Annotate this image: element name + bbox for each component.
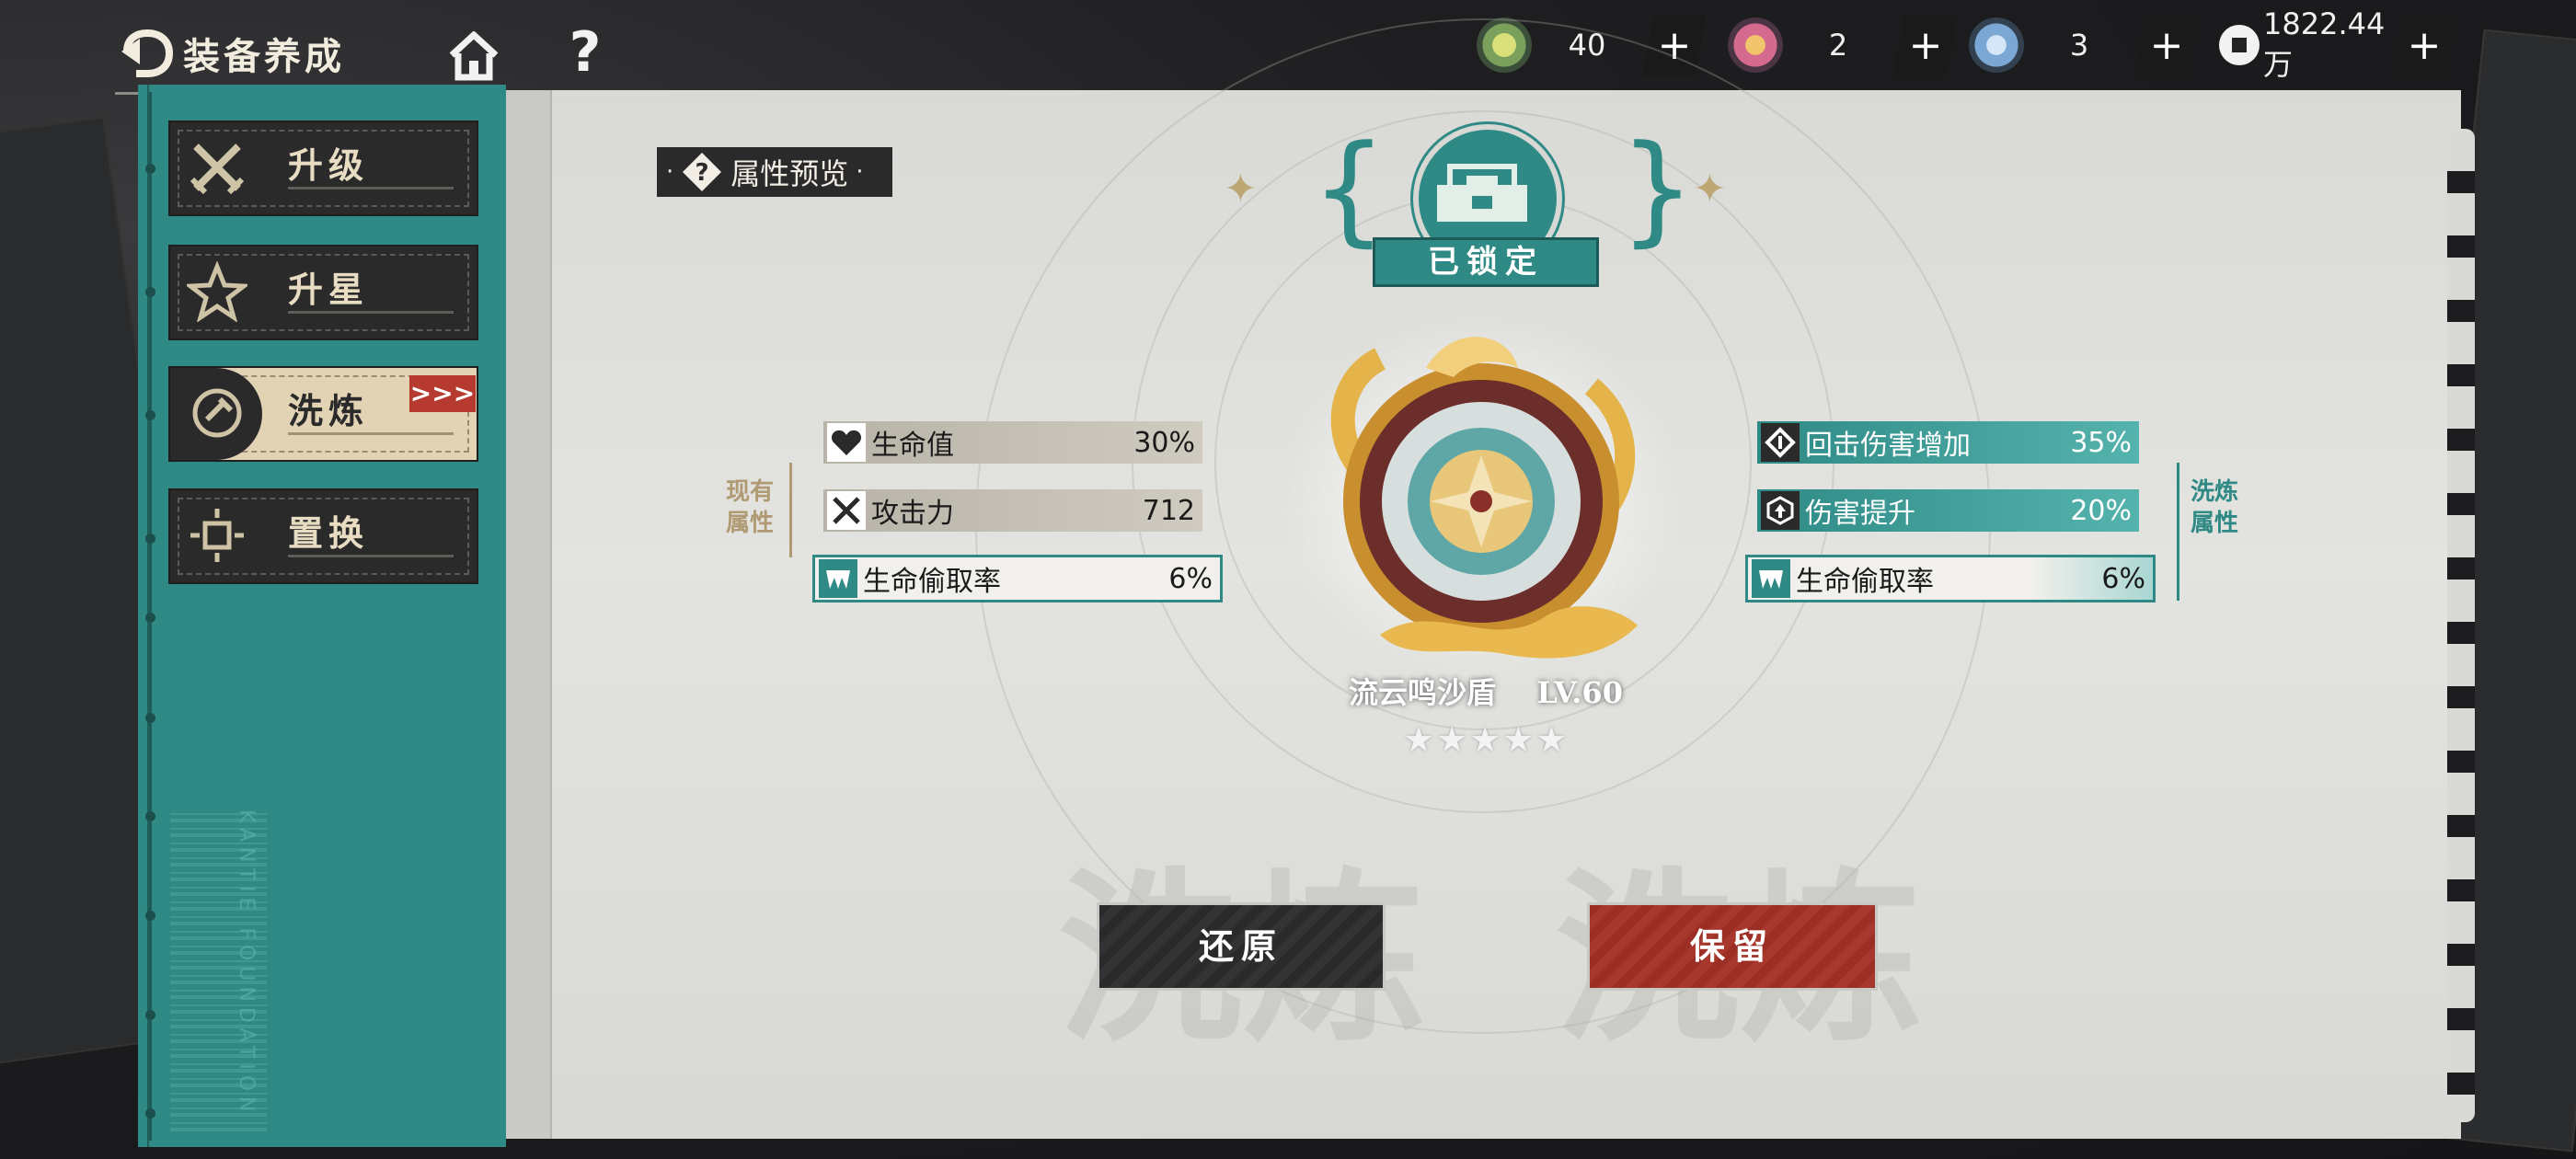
question-diamond-icon: ? bbox=[683, 153, 722, 191]
stat-name: 生命偷取率 bbox=[1796, 566, 1934, 598]
resource-2: 2 + bbox=[1728, 15, 1958, 75]
stat-value: 35% bbox=[2070, 426, 2132, 459]
star-icon bbox=[187, 261, 247, 322]
stat-name: 生命值 bbox=[871, 430, 954, 462]
heart-icon bbox=[827, 423, 866, 462]
resource-4: 1822.44万 + bbox=[2219, 6, 2456, 82]
home-button[interactable] bbox=[442, 24, 506, 88]
svg-text:?: ? bbox=[696, 159, 709, 187]
help-button[interactable]: ? bbox=[558, 20, 613, 85]
star-icon: ★ bbox=[1403, 719, 1437, 760]
refined-stat-row: 回击伤害增加 35% bbox=[1757, 421, 2139, 464]
question-mark-icon: ? bbox=[569, 20, 602, 85]
current-stat-row-highlight: 生命偷取率 6% bbox=[815, 557, 1220, 600]
attribute-preview-label: 属性预览 bbox=[730, 156, 849, 191]
sparkle-icon: ✦ bbox=[1693, 166, 1727, 212]
equipment-image bbox=[1270, 304, 1693, 690]
star-icon: ★ bbox=[1535, 719, 1570, 760]
active-chevron-icon: >>> bbox=[409, 375, 476, 412]
back-arrow-icon bbox=[115, 21, 179, 86]
stat-value: 712 bbox=[1142, 494, 1195, 527]
current-stat-row: 生命值 30% bbox=[823, 421, 1202, 464]
home-icon bbox=[449, 31, 499, 81]
stat-value: 20% bbox=[2070, 494, 2132, 527]
equipment-name-level: 流云鸣沙盾 LV.60 bbox=[1339, 670, 1633, 712]
damage-up-icon bbox=[1761, 491, 1800, 530]
panel-perforation bbox=[2447, 129, 2475, 1122]
stat-name: 生命偷取率 bbox=[863, 566, 1001, 598]
stat-value: 30% bbox=[1133, 426, 1195, 459]
sidebar-item-label: 洗炼 bbox=[288, 390, 370, 431]
panel-binding-edge bbox=[506, 90, 552, 1139]
blue-crystal-icon bbox=[1969, 17, 2024, 73]
swap-icon bbox=[190, 509, 244, 562]
restore-button[interactable]: 还原 bbox=[1099, 905, 1383, 988]
sidebar-item-label: 升级 bbox=[288, 144, 370, 186]
sidebar-item-upgrade[interactable]: 升级 bbox=[170, 122, 477, 214]
fangs-icon bbox=[1752, 559, 1790, 598]
refined-stat-row-highlight: 生命偷取率 6% bbox=[1748, 557, 2153, 600]
star-icon: ★ bbox=[1502, 719, 1536, 760]
stat-name: 攻击力 bbox=[871, 498, 954, 530]
refine-icon bbox=[192, 388, 242, 438]
current-attributes-label: 现有 属性 bbox=[725, 478, 774, 537]
stat-name: 回击伤害增加 bbox=[1805, 430, 1971, 462]
stat-value: 6% bbox=[1168, 562, 1213, 595]
page-title: 装备养成 bbox=[183, 34, 345, 78]
stat-name: 伤害提升 bbox=[1805, 498, 1915, 530]
right-brace-deco: } bbox=[1619, 119, 1696, 258]
stat-value: 6% bbox=[2101, 562, 2145, 595]
resource-4-add-button[interactable]: + bbox=[2392, 15, 2456, 75]
sidebar-item-label: 置换 bbox=[288, 512, 370, 554]
crossed-swords-icon bbox=[827, 491, 866, 530]
equipment-stars: ★★★★★ bbox=[1403, 719, 1569, 760]
resource-2-value: 2 bbox=[1828, 28, 1848, 63]
counter-icon bbox=[1761, 423, 1800, 462]
sparkle-icon: ✦ bbox=[1224, 166, 1258, 212]
sidebar-item-star-up[interactable]: 升星 bbox=[170, 247, 477, 339]
keep-button[interactable]: 保留 bbox=[1590, 905, 1875, 988]
resource-3-value: 3 bbox=[2069, 28, 2089, 63]
back-button[interactable]: 装备养成 bbox=[115, 9, 345, 97]
attribute-preview-button[interactable]: · ? 属性预览 · bbox=[657, 147, 892, 197]
star-icon: ★ bbox=[1469, 719, 1503, 760]
equipment-name: 流云鸣沙盾 bbox=[1349, 675, 1497, 710]
left-brace-deco: { bbox=[1311, 119, 1387, 258]
fangs-icon bbox=[819, 559, 857, 598]
sidebar-item-swap[interactable]: 置换 bbox=[170, 490, 477, 582]
resource-4-value: 1822.44万 bbox=[2263, 6, 2386, 82]
star-icon: ★ bbox=[1436, 719, 1470, 760]
refined-stat-row: 伤害提升 20% bbox=[1757, 489, 2139, 532]
barcode-text: KANTIE FOUNDATION bbox=[235, 809, 258, 1118]
locked-label: 已锁定 bbox=[1373, 237, 1599, 287]
sidebar-item-label: 升星 bbox=[288, 269, 370, 310]
crossed-swords-icon bbox=[190, 143, 245, 195]
coin-icon bbox=[2219, 25, 2260, 65]
resource-2-add-button[interactable]: + bbox=[1893, 15, 1958, 75]
pink-gem-icon bbox=[1728, 17, 1783, 73]
equipment-level: LV.60 bbox=[1536, 675, 1623, 710]
resource-3: 3 + bbox=[1969, 15, 2199, 75]
refined-attributes-label: 洗炼 属性 bbox=[2190, 478, 2238, 537]
resource-3-add-button[interactable]: + bbox=[2134, 15, 2199, 75]
current-stat-row: 攻击力 712 bbox=[823, 489, 1202, 532]
